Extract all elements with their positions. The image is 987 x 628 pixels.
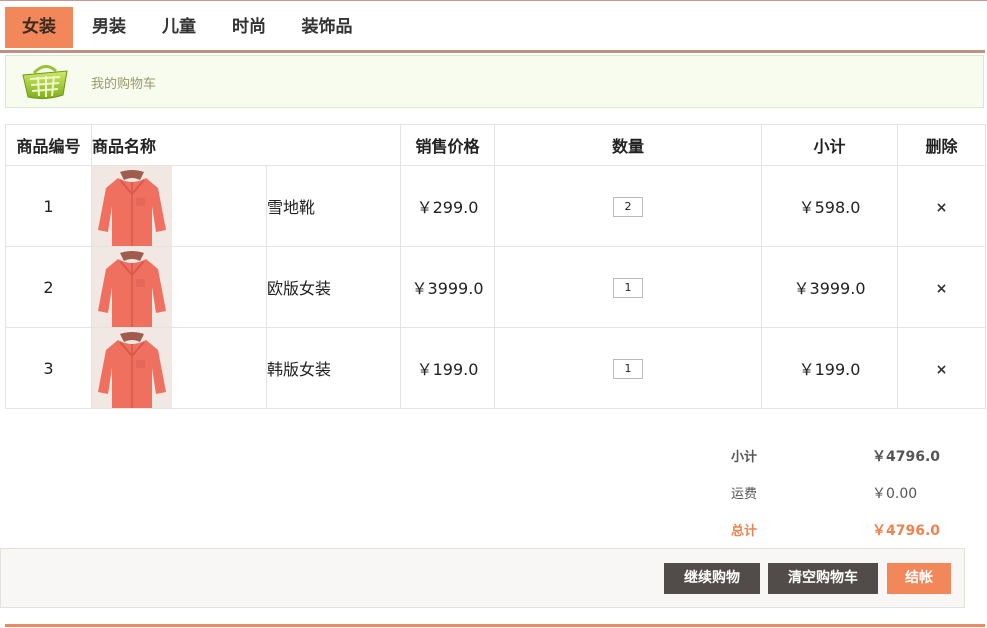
summary-shipping-label: 运费 bbox=[731, 487, 758, 502]
row-delete-cell: × bbox=[897, 327, 987, 409]
quantity-input[interactable] bbox=[613, 196, 644, 217]
row-quantity-cell bbox=[494, 246, 763, 328]
row-subtotal: ￥199.0 bbox=[761, 327, 899, 409]
checkout-button[interactable]: 结帐 bbox=[887, 563, 951, 594]
product-image-shirt-icon[interactable] bbox=[92, 247, 172, 327]
row-subtotal: ￥3999.0 bbox=[761, 246, 899, 328]
row-id: 3 bbox=[5, 327, 92, 409]
shopping-basket-icon bbox=[22, 65, 68, 100]
quantity-input[interactable] bbox=[613, 277, 644, 298]
cart-action-bar: 继续购物 清空购物车 结帐 bbox=[0, 548, 965, 608]
row-delete-cell: × bbox=[897, 246, 987, 328]
continue-shopping-button[interactable]: 继续购物 bbox=[664, 563, 760, 594]
header-quantity: 数量 bbox=[494, 124, 763, 166]
row-name[interactable]: 欧版女装 bbox=[265, 246, 402, 328]
nav-item-children[interactable]: 儿童 bbox=[148, 7, 210, 48]
nav-item-women[interactable]: 女装 bbox=[5, 7, 73, 48]
nav-item-men[interactable]: 男装 bbox=[78, 7, 140, 48]
footer-divider bbox=[5, 624, 985, 627]
nav-item-fashion[interactable]: 时尚 bbox=[218, 7, 280, 48]
cart-banner: 我的购物车 bbox=[5, 55, 984, 108]
row-id: 1 bbox=[5, 165, 92, 247]
row-id: 2 bbox=[5, 246, 92, 328]
nav-item-accessories[interactable]: 装饰品 bbox=[288, 7, 366, 48]
row-price: ￥299.0 bbox=[400, 165, 496, 247]
row-quantity-cell bbox=[494, 327, 763, 409]
quantity-input[interactable] bbox=[613, 358, 644, 379]
header-price: 销售价格 bbox=[400, 124, 496, 166]
table-row: 1 雪地靴 ￥299.0 ￥598.0 × bbox=[5, 165, 987, 247]
cart-banner-title: 我的购物车 bbox=[91, 77, 157, 92]
header-name: 商品名称 bbox=[90, 124, 402, 166]
delete-button[interactable]: × bbox=[936, 281, 948, 297]
row-image-cell bbox=[91, 327, 267, 409]
table-header-row: 商品编号 商品名称 销售价格 数量 小计 删除 bbox=[5, 124, 987, 166]
delete-button[interactable]: × bbox=[936, 362, 948, 378]
delete-button[interactable]: × bbox=[936, 200, 948, 216]
summary-subtotal-label: 小计 bbox=[731, 450, 758, 465]
row-quantity-cell bbox=[494, 165, 763, 247]
table-row: 2 欧版女装 ￥3999.0 ￥3999.0 × bbox=[5, 246, 987, 328]
header-delete: 删除 bbox=[897, 124, 987, 166]
cart-table: 商品编号 商品名称 销售价格 数量 小计 删除 1 雪地靴 ￥299.0 2 ￥… bbox=[5, 124, 987, 409]
row-subtotal: ￥598.0 bbox=[761, 165, 899, 247]
row-image-cell bbox=[91, 246, 267, 328]
row-name[interactable]: 韩版女装 bbox=[265, 327, 402, 409]
header-id: 商品编号 bbox=[5, 124, 92, 166]
top-nav: 女装 男装 儿童 时尚 装饰品 bbox=[0, 0, 987, 53]
product-image-shirt-icon[interactable] bbox=[92, 166, 172, 246]
summary-total-label: 总计 bbox=[731, 524, 758, 539]
summary-shipping-value: ￥0.00 bbox=[872, 486, 918, 502]
row-name[interactable]: 雪地靴 bbox=[265, 165, 402, 247]
row-price: ￥3999.0 bbox=[400, 246, 496, 328]
summary-subtotal-value: ￥4796.0 bbox=[872, 449, 941, 465]
table-row: 3 韩版女装 ￥199.0 ￥199.0 × bbox=[5, 327, 987, 409]
row-price: ￥199.0 bbox=[400, 327, 496, 409]
summary-total-value: ￥4796.0 bbox=[872, 523, 941, 539]
clear-cart-button[interactable]: 清空购物车 bbox=[768, 563, 878, 594]
row-image-cell bbox=[91, 165, 267, 247]
product-image-shirt-icon[interactable] bbox=[92, 328, 172, 408]
nav-divider bbox=[0, 50, 985, 53]
header-subtotal: 小计 bbox=[761, 124, 899, 166]
row-delete-cell: × bbox=[897, 165, 987, 247]
